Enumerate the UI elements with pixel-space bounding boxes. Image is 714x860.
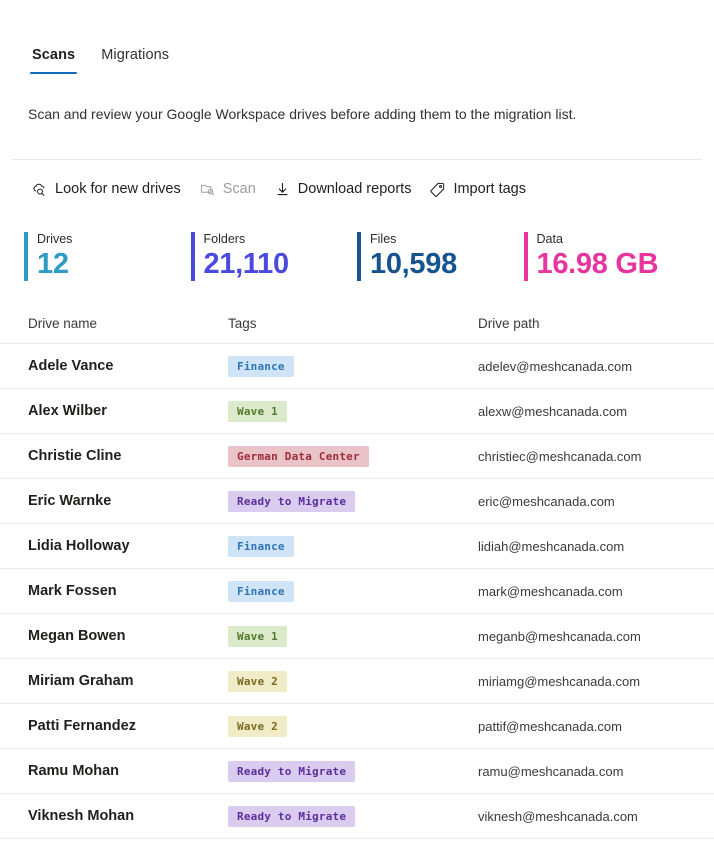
toolbar-look-for-new-drives-button[interactable]: Look for new drives [22,175,190,204]
tag-badge[interactable]: Ready to Migrate [228,760,356,782]
cell-tags: Wave 1 [228,400,478,422]
toolbar-import-tags-button[interactable]: Import tags [420,175,535,204]
stat-value: 21,110 [203,248,290,280]
cell-tags: Finance [228,580,478,602]
tabstrip: Scans Migrations [0,28,714,74]
tag-badge[interactable]: Finance [228,535,294,557]
cell-tags: Wave 2 [228,670,478,692]
stat-accent-bar [357,232,361,281]
column-header-drive-name[interactable]: Drive name [28,316,228,331]
tag-badge[interactable]: Finance [228,580,294,602]
cell-tags: Finance [228,355,478,377]
cell-drive-path: ramu@meshcanada.com [478,763,624,779]
toolbar-divider [12,159,702,160]
cell-drive-name: Lidia Holloway [28,538,130,554]
toolbar-button-label: Download reports [297,181,412,197]
table-header-row: Drive name Tags Drive path [0,303,714,344]
tab-migrations[interactable]: Migrations [97,43,173,74]
tag-badge[interactable]: Ready to Migrate [228,805,356,827]
table-row[interactable]: Lidia Holloway Finance lidiah@meshcanada.c… [0,524,714,569]
stat-card-data: Data 16.98 GB [523,232,691,281]
cell-drive-name: Viknesh Mohan [28,808,135,824]
cell-tags: Wave 1 [228,625,478,647]
cell-drive-path: pattif@meshcanada.com [478,718,622,734]
toolbar-scan-button: Scan [190,175,265,204]
table-row[interactable]: Adele Vance Finance adelev@meshcanada.com [0,344,714,389]
stat-accent-bar [24,232,28,281]
cell-drive-name: Ramu Mohan [28,763,120,779]
cell-drive-name: Patti Fernandez [28,718,136,734]
cell-tags: Ready to Migrate [228,490,478,512]
table-row[interactable]: Viknesh Mohan Ready to Migrate viknesh@mes… [0,794,714,839]
cell-tags: Finance [228,535,478,557]
table-row[interactable]: Ramu Mohan Ready to Migrate ramu@meshcanad… [0,749,714,794]
summary-stats: Drives 12 Folders 21,110 Files 10,598 Data 16.9… [0,232,714,281]
stat-label: Drives [37,232,73,246]
table-row[interactable]: Eric Warnke Ready to Migrate eric@meshcana… [0,479,714,524]
stat-accent-bar [190,232,195,281]
tag-badge[interactable]: Wave 1 [228,625,287,647]
table-body: Adele Vance Finance adelev@meshcanada.com A… [0,344,714,839]
table-row[interactable]: Mark Fossen Finance mark@meshcanada.com [0,569,714,614]
cloud-search-icon [31,181,48,198]
stat-label: Folders [203,232,246,246]
stat-card-folders: Folders 21,110 [190,232,358,281]
tag-badge[interactable]: Wave 1 [228,400,287,422]
cell-drive-path: christiec@meshcanada.com [478,448,642,464]
cell-drive-path: mark@meshcanada.com [478,583,623,599]
cell-drive-name: Megan Bowen [28,628,126,644]
stat-value: 12 [37,248,69,280]
cell-drive-name: Mark Fossen [28,583,117,599]
table-row[interactable]: Megan Bowen Wave 1 meganb@meshcanada.com [0,614,714,659]
table-row[interactable]: Alex Wilber Wave 1 alexw@meshcanada.com [0,389,714,434]
stat-label: Files [370,232,397,246]
tag-badge[interactable]: Wave 2 [228,670,287,692]
stat-card-drives: Drives 12 [24,232,191,281]
tag-badge[interactable]: Ready to Migrate [228,490,356,512]
cell-drive-path: miriamg@meshcanada.com [478,673,641,689]
toolbar-button-label: Scan [222,181,256,197]
cell-drive-path: eric@meshcanada.com [478,493,615,509]
cell-tags: Wave 2 [228,715,478,737]
table-row[interactable]: Patti Fernandez Wave 2 pattif@meshcanada.c… [0,704,714,749]
cell-drive-name: Miriam Graham [28,673,134,689]
tag-badge[interactable]: Wave 2 [228,715,287,737]
tab-scans[interactable]: Scans [28,43,79,74]
cell-drive-name: Eric Warnke [28,493,112,509]
toolbar-button-label: Import tags [453,181,526,197]
page-description: Scan and review your Google Workspace dr… [28,106,577,122]
cell-tags: Ready to Migrate [228,805,478,827]
cell-drive-path: alexw@meshcanada.com [478,403,628,419]
cell-drive-name: Alex Wilber [28,403,107,419]
stat-label: Data [536,232,563,246]
toolbar-button-label: Look for new drives [55,181,181,197]
table-row[interactable]: Miriam Graham Wave 2 miriamg@meshcanada.co… [0,659,714,704]
cell-tags: Ready to Migrate [228,760,478,782]
stat-value: 16.98 GB [536,248,659,280]
tag-icon [429,181,446,198]
tag-badge[interactable]: German Data Center [228,445,369,467]
drives-table: Drive name Tags Drive path Adele Vance Fina… [0,303,714,839]
stat-card-files: Files 10,598 [357,232,524,281]
stat-accent-bar [523,232,528,281]
tab-label: Migrations [101,47,170,63]
cell-drive-path: meganb@meshcanada.com [478,628,641,644]
toolbar-download-reports-button[interactable]: Download reports [265,175,421,204]
cell-drive-path: viknesh@meshcanada.com [478,808,638,824]
command-toolbar: Look for new drives Scan Download reports I… [0,168,714,210]
download-icon [274,181,291,198]
cell-drive-name: Adele Vance [28,358,114,374]
stat-value: 10,598 [370,248,457,280]
tab-label: Scans [32,47,76,63]
column-header-tags[interactable]: Tags [228,316,478,331]
cell-tags: German Data Center [228,445,478,467]
scan-icon [199,181,216,198]
cell-drive-name: Christie Cline [28,448,122,464]
column-header-drive-path[interactable]: Drive path [478,316,714,331]
cell-drive-path: adelev@meshcanada.com [478,358,633,374]
scans-page: Scans Migrations Scan and review your Goo… [0,28,714,860]
tag-badge[interactable]: Finance [228,355,294,377]
cell-drive-path: lidiah@meshcanada.com [478,538,625,554]
table-row[interactable]: Christie Cline German Data Center christie… [0,434,714,479]
